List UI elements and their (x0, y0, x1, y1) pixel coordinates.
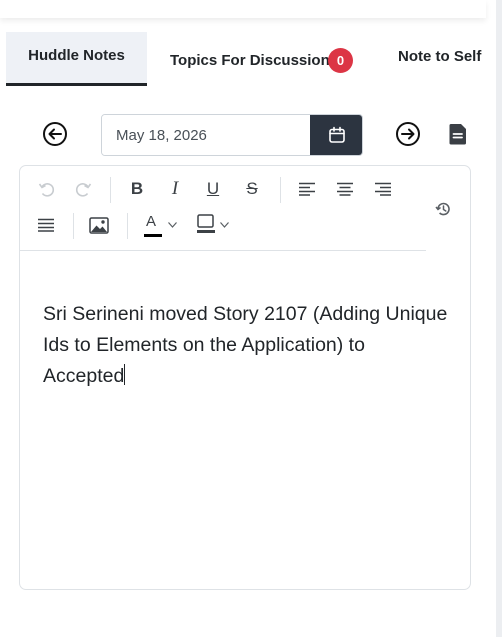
top-header-bar (0, 0, 486, 18)
chevron-down-icon (220, 222, 229, 228)
toolbar-divider (110, 177, 111, 203)
history-button[interactable] (433, 199, 453, 219)
align-right-icon (375, 182, 391, 196)
bold-icon: B (130, 179, 144, 198)
align-center-button[interactable] (335, 180, 355, 198)
toolbar-separator (20, 250, 426, 251)
underline-button[interactable]: U (203, 178, 223, 200)
history-icon (435, 202, 450, 216)
previous-date-button[interactable] (42, 121, 68, 147)
align-right-button[interactable] (373, 180, 393, 198)
redo-button[interactable] (74, 179, 94, 199)
topics-count-badge: 0 (328, 48, 353, 73)
calendar-button[interactable] (310, 115, 362, 155)
toolbar-divider (73, 213, 74, 239)
italic-button[interactable]: I (165, 178, 185, 200)
font-color-icon: A (146, 213, 157, 230)
italic-icon: I (171, 178, 179, 199)
background-color-button[interactable] (196, 213, 232, 239)
justify-icon (38, 218, 54, 232)
arrow-right-circle-icon (396, 122, 420, 146)
align-left-icon (299, 182, 315, 196)
undo-button[interactable] (36, 179, 56, 199)
chevron-down-icon (168, 222, 177, 228)
arrow-left-circle-icon (43, 122, 67, 146)
tab-note-to-self[interactable]: Note to Self (398, 45, 481, 69)
toolbar-divider (127, 213, 128, 239)
align-center-icon (337, 182, 353, 196)
notes-document-button[interactable] (447, 123, 469, 145)
underline-icon: U (206, 179, 220, 198)
calendar-icon (328, 126, 345, 143)
toolbar-divider (280, 177, 281, 203)
insert-image-button[interactable] (88, 215, 110, 235)
bold-button[interactable]: B (127, 178, 147, 200)
strikethrough-button[interactable]: S (242, 178, 262, 200)
scrollbar-track[interactable] (496, 0, 502, 637)
tab-huddle-notes[interactable]: Huddle Notes (6, 32, 147, 86)
tab-topics-for-discussion[interactable]: Topics For Discussion (170, 49, 330, 73)
strikethrough-icon: S (246, 179, 258, 198)
editor-content[interactable]: Sri Serineni moved Story 2107 (Adding Un… (43, 299, 448, 392)
image-icon (89, 216, 109, 234)
text-cursor (124, 364, 126, 385)
justify-button[interactable] (36, 216, 56, 234)
date-picker (101, 114, 363, 156)
undo-icon (38, 183, 55, 197)
rich-text-editor: B I U S A Sri Serineni moved Story 2107 … (19, 165, 471, 590)
date-input[interactable] (102, 115, 310, 155)
redo-icon (75, 183, 92, 197)
font-color-swatch (144, 234, 162, 237)
align-left-button[interactable] (297, 180, 317, 198)
next-date-button[interactable] (395, 121, 421, 147)
document-icon (449, 124, 466, 145)
note-text: Sri Serineni moved Story 2107 (Adding Un… (43, 303, 448, 387)
background-color-icon (197, 214, 215, 233)
font-color-button[interactable]: A (143, 213, 179, 239)
